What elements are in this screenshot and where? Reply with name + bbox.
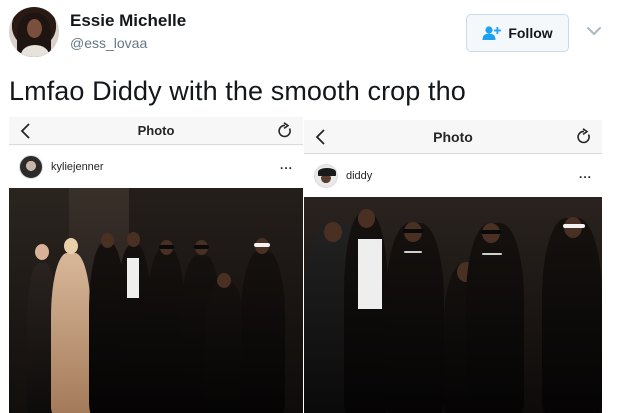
- ig-user-avatar: [19, 155, 43, 179]
- follow-add-user-icon: [482, 26, 502, 40]
- follow-button[interactable]: Follow: [466, 14, 569, 52]
- ig-userbar: diddy ...: [304, 155, 602, 197]
- attached-photo-diddy[interactable]: Photo diddy ...: [304, 120, 602, 413]
- back-arrow-icon: [315, 129, 325, 145]
- more-icon: ...: [279, 158, 293, 172]
- ig-page-title: Photo: [137, 123, 175, 138]
- ig-username: diddy: [346, 170, 373, 182]
- ig-topbar: Photo: [9, 117, 303, 145]
- ig-user-avatar: [314, 164, 338, 188]
- follow-button-label: Follow: [508, 25, 553, 41]
- refresh-icon: [577, 128, 590, 144]
- ig-page-title: Photo: [433, 128, 473, 145]
- display-name[interactable]: Essie Michelle: [70, 11, 186, 31]
- tweet-text: Lmfao Diddy with the smooth crop tho: [9, 76, 466, 106]
- cropped-group-photo: [304, 197, 602, 413]
- ig-topbar: Photo: [304, 120, 602, 154]
- more-icon: ...: [578, 167, 592, 181]
- attached-photo-kyliejenner[interactable]: Photo kyliejenner ...: [9, 117, 303, 413]
- ig-username: kyliejenner: [51, 161, 104, 173]
- ig-userbar: kyliejenner ...: [9, 146, 303, 188]
- user-handle[interactable]: @ess_lovaa: [70, 35, 147, 51]
- profile-avatar[interactable]: [9, 7, 59, 57]
- back-arrow-icon: [20, 123, 30, 139]
- group-photo: [9, 188, 303, 413]
- refresh-icon: [278, 122, 291, 138]
- chevron-down-icon[interactable]: [586, 24, 602, 38]
